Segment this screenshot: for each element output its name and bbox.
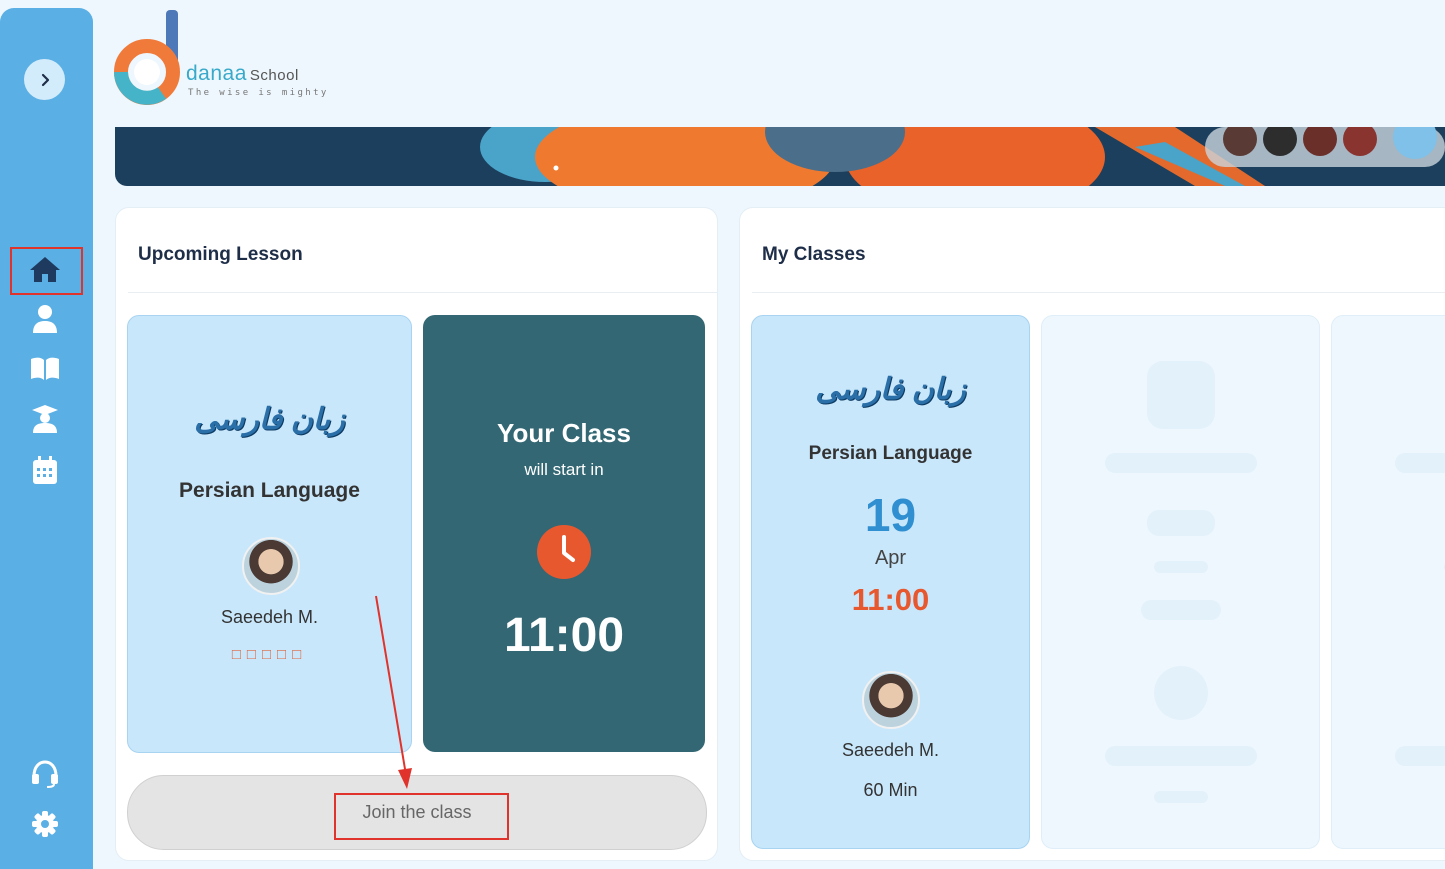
teacher-name: Saeedeh M. xyxy=(841,740,940,760)
course-title: Persian Language xyxy=(808,443,973,464)
logo-wordmark: danaa School xyxy=(186,62,299,85)
sidebar-item-teachers[interactable] xyxy=(29,403,61,435)
countdown-title: Your Class xyxy=(497,418,631,448)
clock-icon xyxy=(537,525,591,579)
course-title: Persian Language xyxy=(179,479,360,502)
headset-icon xyxy=(32,760,58,788)
course-logo: زبان فارسی xyxy=(194,403,345,436)
home-highlight-box xyxy=(10,247,83,295)
class-time: 11:00 xyxy=(851,582,930,617)
annotation-arrow xyxy=(375,595,412,789)
countdown-subtitle: will start in xyxy=(524,460,604,479)
banner-illustration xyxy=(480,127,1445,186)
countdown-card: Your Class will start in 11:00 xyxy=(423,315,705,752)
course-logo: زبان فارسی xyxy=(815,373,966,406)
logo-tagline: The wise is mighty xyxy=(188,88,329,98)
teacher-icon xyxy=(32,405,58,433)
divider xyxy=(128,292,717,293)
class-card-placeholder xyxy=(1331,315,1445,849)
class-card-placeholder xyxy=(1041,315,1320,849)
sidebar-toggle-button[interactable] xyxy=(24,59,65,100)
gear-icon xyxy=(32,811,58,837)
teacher-avatar xyxy=(242,537,300,595)
user-icon xyxy=(33,305,57,333)
sidebar-item-profile[interactable] xyxy=(29,303,61,335)
divider xyxy=(752,292,1445,293)
sidebar-item-support[interactable] xyxy=(29,758,61,790)
sidebar-item-settings[interactable] xyxy=(29,808,61,840)
calendar-icon xyxy=(33,456,57,484)
class-date-day: 19 xyxy=(864,489,917,541)
hero-banner xyxy=(115,127,1445,186)
sidebar-item-calendar[interactable] xyxy=(29,454,61,486)
class-card[interactable]: زبان فارسی Persian Language 19 Apr 11:00… xyxy=(751,315,1030,849)
my-classes-title: My Classes xyxy=(762,244,866,265)
countdown-time: 11:00 xyxy=(503,609,625,662)
book-icon xyxy=(31,357,59,380)
upcoming-lesson-title: Upcoming Lesson xyxy=(138,244,303,265)
chevron-right-icon xyxy=(41,73,49,86)
class-date-month: Apr xyxy=(874,547,907,569)
join-highlight-box xyxy=(334,793,509,840)
sidebar xyxy=(0,8,93,869)
logo-mark-icon xyxy=(114,10,180,105)
teacher-avatar xyxy=(862,671,920,729)
sidebar-item-courses[interactable] xyxy=(29,353,61,385)
class-duration: 60 Min xyxy=(863,780,918,800)
